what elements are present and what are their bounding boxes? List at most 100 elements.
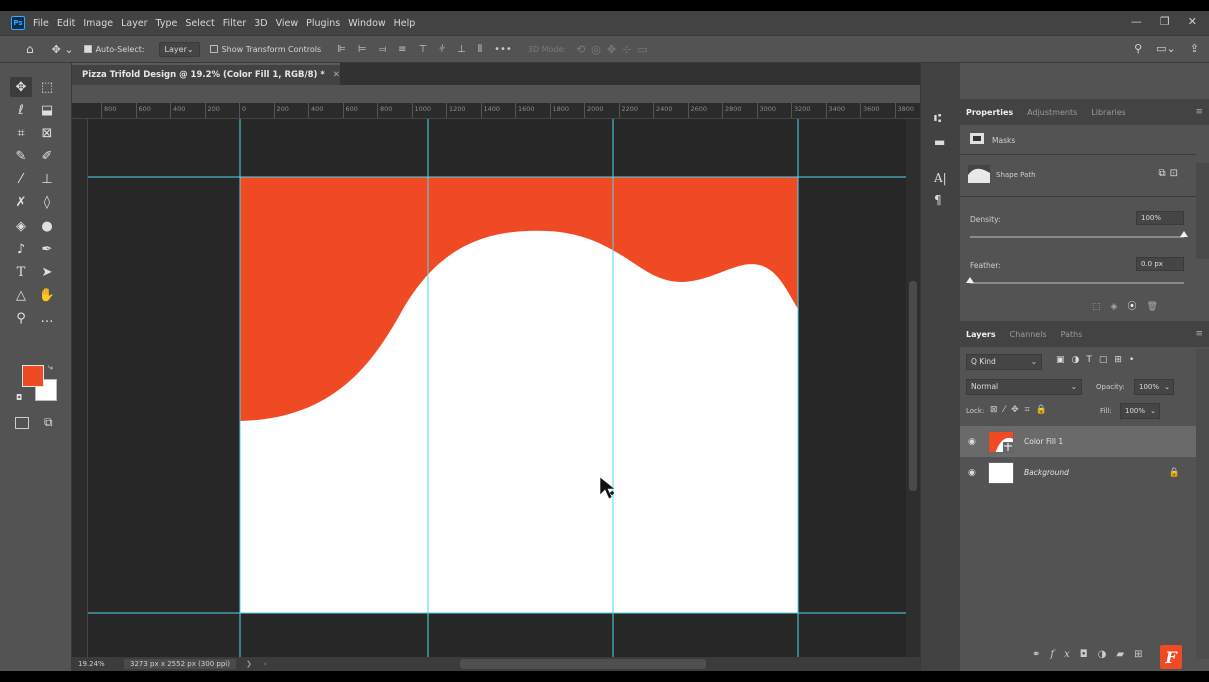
new-group-icon[interactable]: ▰ (1116, 649, 1134, 660)
home-icon[interactable]: ⌂ (26, 42, 34, 56)
auto-select-checkbox[interactable]: Auto-Select: (83, 45, 145, 54)
auto-select-target-dropdown[interactable]: Layer ⌄ (158, 41, 200, 57)
menu-3d[interactable]: 3D (254, 18, 267, 29)
zoom-tool-icon[interactable]: ⚲ (10, 309, 32, 329)
filter-shape-icon[interactable]: ▢ (1099, 355, 1115, 365)
screen-mode-icon[interactable]: ⧉ (44, 415, 53, 430)
tab-properties[interactable]: Properties (966, 108, 1013, 117)
scroll-left-icon[interactable]: ‹ (264, 660, 267, 668)
menu-file[interactable]: File (33, 18, 49, 29)
feather-field[interactable]: 0.0 px (1136, 257, 1184, 271)
character-icon[interactable]: A| (934, 171, 947, 185)
default-colors-icon[interactable]: ◘ (16, 393, 22, 402)
tab-channels[interactable]: Channels (1010, 330, 1047, 339)
restore-icon[interactable]: ❐ (1160, 15, 1170, 28)
swap-colors-icon[interactable]: ⤷ (48, 363, 53, 373)
layer-row-color-fill[interactable]: ◉ Color Fill 1 (960, 426, 1196, 457)
properties-menu-icon[interactable]: ≡ (1195, 107, 1203, 117)
tab-libraries[interactable]: Libraries (1091, 108, 1126, 117)
menu-window[interactable]: Window (348, 18, 385, 29)
menu-image[interactable]: Image (83, 18, 113, 29)
menu-view[interactable]: View (276, 18, 299, 29)
menu-layer[interactable]: Layer (121, 18, 148, 29)
lock-position-icon[interactable]: ✥ (1011, 405, 1025, 415)
document-size[interactable]: 3273 px x 2552 px (300 ppi) (124, 659, 236, 669)
filter-adjustment-icon[interactable]: ◑ (1072, 355, 1087, 365)
move-tool-icon[interactable]: ✥ (10, 77, 32, 97)
density-slider-knob[interactable] (1180, 231, 1188, 237)
foreground-color-swatch[interactable] (22, 365, 44, 387)
stamp-tool-icon[interactable]: ⊥ (36, 170, 58, 190)
lock-artboard-icon[interactable]: ⌗ (1025, 405, 1036, 415)
lasso-tool-icon[interactable]: ℓ (10, 100, 32, 120)
align-top-icon[interactable]: ⊤ (419, 44, 428, 55)
fill-field[interactable]: 100% ⌄ (1120, 403, 1160, 419)
history-brush-tool-icon[interactable]: ✗ (10, 193, 32, 213)
layer-filter-dropdown[interactable]: Q Kind ⌄ (966, 354, 1042, 370)
layer-row-background[interactable]: ◉ Background 🔒 (960, 457, 1196, 488)
show-transform-checkbox[interactable]: Show Transform Controls (209, 45, 321, 54)
visibility-eye-icon[interactable]: ◉ (968, 468, 976, 478)
close-icon[interactable]: ✕ (1188, 15, 1197, 28)
move-tool-preset-icon[interactable]: ✥ ⌄ (52, 43, 74, 56)
shape-tool-icon[interactable]: △ (10, 286, 32, 306)
frame-tool-icon[interactable]: ⊠ (36, 123, 58, 143)
crop-tool-icon[interactable]: ⌗ (10, 123, 32, 143)
object-select-tool-icon[interactable]: ⬓ (36, 100, 58, 120)
minimize-icon[interactable]: — (1131, 15, 1142, 28)
load-selection-icon[interactable]: ⬚ (1092, 302, 1111, 312)
density-field[interactable]: 100% (1136, 211, 1184, 225)
properties-scrollbar[interactable] (1196, 163, 1209, 259)
apply-mask-icon[interactable]: ◈ (1111, 302, 1128, 312)
blur-tool-icon[interactable]: ● (36, 216, 58, 236)
type-tool-icon[interactable]: T (10, 263, 32, 283)
feather-slider-knob[interactable] (966, 277, 974, 283)
comments-icon[interactable]: ▬ (934, 135, 945, 149)
share-icon[interactable]: ⇪ (1190, 42, 1199, 55)
layer-style-icon[interactable]: fx (1050, 649, 1079, 660)
hand-tool-icon[interactable]: ✋ (36, 286, 58, 306)
filter-smart-icon[interactable]: ⊞ (1114, 355, 1129, 365)
menu-plugins[interactable]: Plugins (306, 18, 340, 29)
zoom-level[interactable]: 19.24% (78, 660, 112, 668)
menu-type[interactable]: Type (156, 18, 178, 29)
menu-filter[interactable]: Filter (223, 18, 247, 29)
align-middle-icon[interactable]: ⫩ (439, 44, 445, 55)
density-slider-track[interactable] (970, 236, 1184, 238)
lock-all-icon[interactable]: 🔒 (1036, 405, 1053, 415)
filter-toggle-icon[interactable]: • (1129, 355, 1141, 365)
document-tab[interactable]: Pizza Trifold Design @ 19.2% (Color Fill… (72, 63, 340, 85)
align-right-icon[interactable]: ⫤ (379, 44, 387, 55)
new-adjustment-icon[interactable]: ◑ (1098, 649, 1117, 660)
tab-paths[interactable]: Paths (1061, 330, 1083, 339)
mask-action-icons[interactable]: ⧉⊡ (1158, 168, 1182, 179)
pen-tool-icon[interactable]: ✒ (36, 239, 58, 259)
paragraph-icon[interactable]: ¶ (934, 193, 942, 207)
blend-mode-dropdown[interactable]: Normal ⌄ (966, 379, 1082, 395)
lock-image-icon[interactable]: ⁄ (1004, 405, 1012, 415)
horizontal-scroll-thumb[interactable] (460, 659, 706, 669)
add-mask-icon[interactable]: ◘ (1080, 649, 1098, 660)
lock-transparent-icon[interactable]: ⊠ (990, 405, 1004, 415)
quick-mask-icon[interactable] (15, 417, 29, 429)
eyedropper-tool-icon[interactable]: ✎ (10, 147, 32, 167)
menu-select[interactable]: Select (185, 18, 214, 29)
tab-layers[interactable]: Layers (966, 330, 996, 339)
opacity-field[interactable]: 100% ⌄ (1134, 379, 1174, 395)
vertical-scroll-thumb[interactable] (909, 281, 917, 491)
dodge-tool-icon[interactable]: ♪ (10, 239, 32, 259)
new-layer-icon[interactable]: ⊞ (1134, 649, 1152, 660)
layers-scrollbar[interactable] (1196, 349, 1209, 659)
align-left-icon[interactable]: ⊫ (337, 44, 346, 55)
history-icon[interactable]: ⑆ (934, 111, 941, 125)
align-distribute-icon[interactable]: ≡ (398, 44, 406, 55)
menu-edit[interactable]: Edit (57, 18, 75, 29)
feather-slider-track[interactable] (970, 282, 1184, 284)
filter-type-icon[interactable]: T (1086, 355, 1099, 365)
brush-tool-icon[interactable]: ⁄ (10, 170, 32, 190)
tab-close-icon[interactable]: ✕ (333, 70, 340, 80)
paint-bucket-tool-icon[interactable]: ◈ (10, 216, 32, 236)
layers-menu-icon[interactable]: ≡ (1195, 329, 1203, 339)
status-chevron-icon[interactable]: ❯ (246, 660, 252, 668)
align-bottom-icon[interactable]: ⊥ (457, 44, 466, 55)
